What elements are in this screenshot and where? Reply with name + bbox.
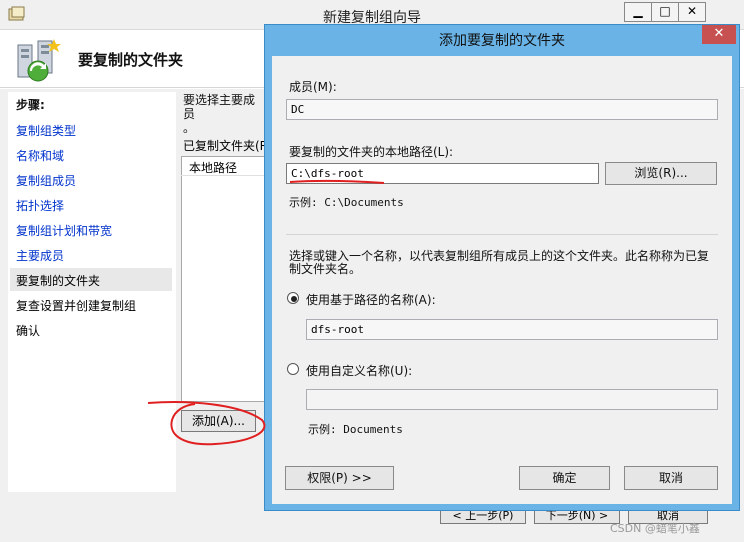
radio-selected-dot — [291, 296, 297, 302]
replicated-folders-label: 已复制文件夹(R — [183, 139, 265, 153]
minimize-button[interactable]: ▁ — [624, 2, 652, 22]
path-name-radio-label[interactable]: 使用基于路径的名称(A): — [306, 291, 436, 308]
name-example: 示例: Documents — [308, 423, 403, 436]
folder-name-instructions: 选择或键入一个名称，以代表复制组所有成员上的这个文件夹。此名称称为已复制文件夹名… — [289, 249, 710, 276]
add-folder-button[interactable]: 添加(A)... — [181, 410, 256, 432]
local-path-label: 要复制的文件夹的本地路径(L): — [289, 145, 454, 159]
replication-folders-icon — [17, 39, 61, 82]
custom-name-input[interactable] — [306, 389, 718, 410]
step-primary-member[interactable]: 主要成员 — [16, 247, 64, 264]
step-folders-to-replicate: 要复制的文件夹 — [16, 274, 101, 288]
intro-text: 要选择主要成员 。 — [183, 93, 265, 135]
member-label: 成员(M): — [289, 80, 337, 94]
dialog-title: 添加要复制的文件夹 — [439, 33, 565, 49]
watermark: CSDN @蜡笔小鑫 — [610, 522, 700, 535]
step-name-domain[interactable]: 名称和域 — [16, 147, 64, 164]
browse-button[interactable]: 浏览(R)... — [605, 162, 717, 185]
column-divider — [181, 175, 265, 176]
step-replication-type[interactable]: 复制组类型 — [16, 122, 76, 139]
ok-button[interactable]: 确定 — [519, 466, 610, 490]
wizard-close-button[interactable]: ✕ — [678, 2, 706, 22]
maximize-button[interactable]: □ — [651, 2, 679, 22]
step-topology[interactable]: 拓扑选择 — [16, 197, 64, 214]
path-example: 示例: C:\Documents — [289, 196, 404, 209]
dialog-close-button[interactable]: ✕ — [702, 25, 736, 44]
local-path-column-header[interactable]: 本地路径 — [189, 159, 237, 176]
local-path-input[interactable]: C:\dfs-root — [286, 163, 599, 184]
intro-line-2: 。 — [183, 121, 196, 135]
steps-heading: 步骤: — [16, 98, 45, 112]
intro-line-1: 要选择主要成员 — [183, 93, 256, 121]
dialog-cancel-button[interactable]: 取消 — [624, 466, 718, 490]
step-members[interactable]: 复制组成员 — [16, 172, 76, 189]
step-schedule-bandwidth[interactable]: 复制组计划和带宽 — [16, 222, 112, 239]
wizard-app-icon — [8, 6, 25, 21]
section-divider — [286, 234, 718, 235]
step-review: 复查设置并创建复制组 — [16, 299, 137, 313]
step-confirmation: 确认 — [16, 324, 41, 338]
replicated-folders-list[interactable] — [181, 156, 271, 402]
custom-name-radio-label[interactable]: 使用自定义名称(U): — [306, 362, 412, 379]
permissions-button[interactable]: 权限(P) >> — [285, 466, 394, 490]
member-field: DC — [286, 99, 718, 120]
wizard-page-title: 要复制的文件夹 — [78, 51, 184, 69]
path-based-name-field: dfs-root — [306, 319, 718, 340]
custom-name-radio[interactable] — [287, 363, 299, 375]
path-name-radio[interactable] — [287, 292, 299, 304]
